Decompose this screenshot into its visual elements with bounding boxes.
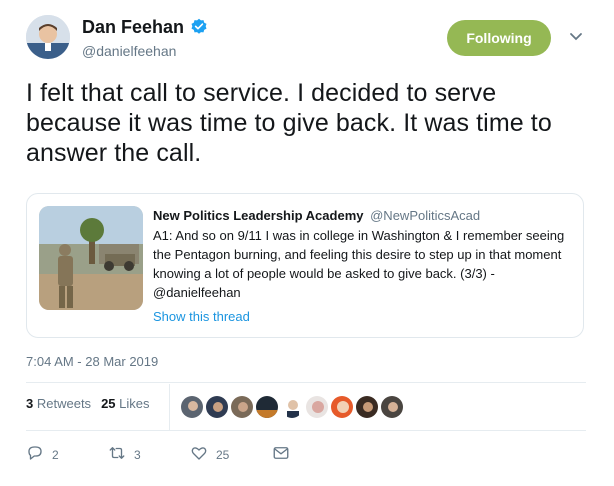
liker-avatar[interactable] — [230, 395, 254, 419]
verified-badge-icon — [190, 18, 208, 36]
retweets-stat[interactable]: 3 Retweets — [26, 396, 91, 411]
liker-avatar[interactable] — [255, 395, 279, 419]
liker-avatar[interactable] — [355, 395, 379, 419]
divider — [26, 382, 586, 383]
liker-avatar[interactable] — [180, 395, 204, 419]
tweet-timestamp[interactable]: 7:04 AM - 28 Mar 2019 — [26, 354, 158, 369]
chevron-down-icon[interactable] — [567, 30, 585, 44]
liker-avatar[interactable] — [330, 395, 354, 419]
author-handle[interactable]: @danielfeehan — [82, 42, 176, 60]
quoted-author-handle: @NewPoliticsAcad — [370, 208, 481, 223]
reply-count: 2 — [52, 447, 59, 462]
liker-avatar[interactable] — [305, 395, 329, 419]
stats-divider — [169, 384, 170, 430]
following-button[interactable]: Following — [447, 20, 551, 56]
tweet-actions: 2 3 25 — [26, 444, 290, 465]
liker-avatar[interactable] — [205, 395, 229, 419]
like-button[interactable]: 25 — [190, 444, 272, 465]
retweet-count: 3 — [134, 447, 141, 462]
tweet-stats: 3 Retweets 25 Likes — [26, 396, 150, 411]
author-name-row: Dan Feehan — [82, 16, 208, 38]
envelope-icon — [272, 444, 290, 465]
show-thread-link[interactable]: Show this thread — [153, 309, 573, 324]
quoted-tweet-text: A1: And so on 9/11 I was in college in W… — [153, 228, 565, 300]
like-count: 25 — [216, 447, 230, 462]
liker-avatars — [180, 395, 405, 419]
quoted-author-name: New Politics Leadership Academy — [153, 208, 364, 223]
liker-avatar[interactable] — [280, 395, 304, 419]
divider — [26, 430, 586, 431]
heart-icon — [190, 444, 208, 465]
direct-message-button[interactable] — [272, 444, 290, 465]
author-avatar[interactable] — [26, 15, 70, 59]
likes-stat[interactable]: 25 Likes — [101, 396, 149, 411]
liker-avatar[interactable] — [380, 395, 404, 419]
reply-icon — [26, 444, 44, 465]
quoted-tweet-image[interactable] — [39, 206, 143, 310]
tweet-text: I felt that call to service. I decided t… — [26, 79, 552, 167]
author-display-name[interactable]: Dan Feehan — [82, 16, 184, 38]
retweet-button[interactable]: 3 — [108, 444, 190, 465]
retweet-icon — [108, 444, 126, 465]
quoted-tweet-body: New Politics Leadership Academy @NewPoli… — [153, 207, 573, 324]
quoted-tweet[interactable]: New Politics Leadership Academy @NewPoli… — [26, 193, 584, 338]
reply-button[interactable]: 2 — [26, 444, 108, 465]
